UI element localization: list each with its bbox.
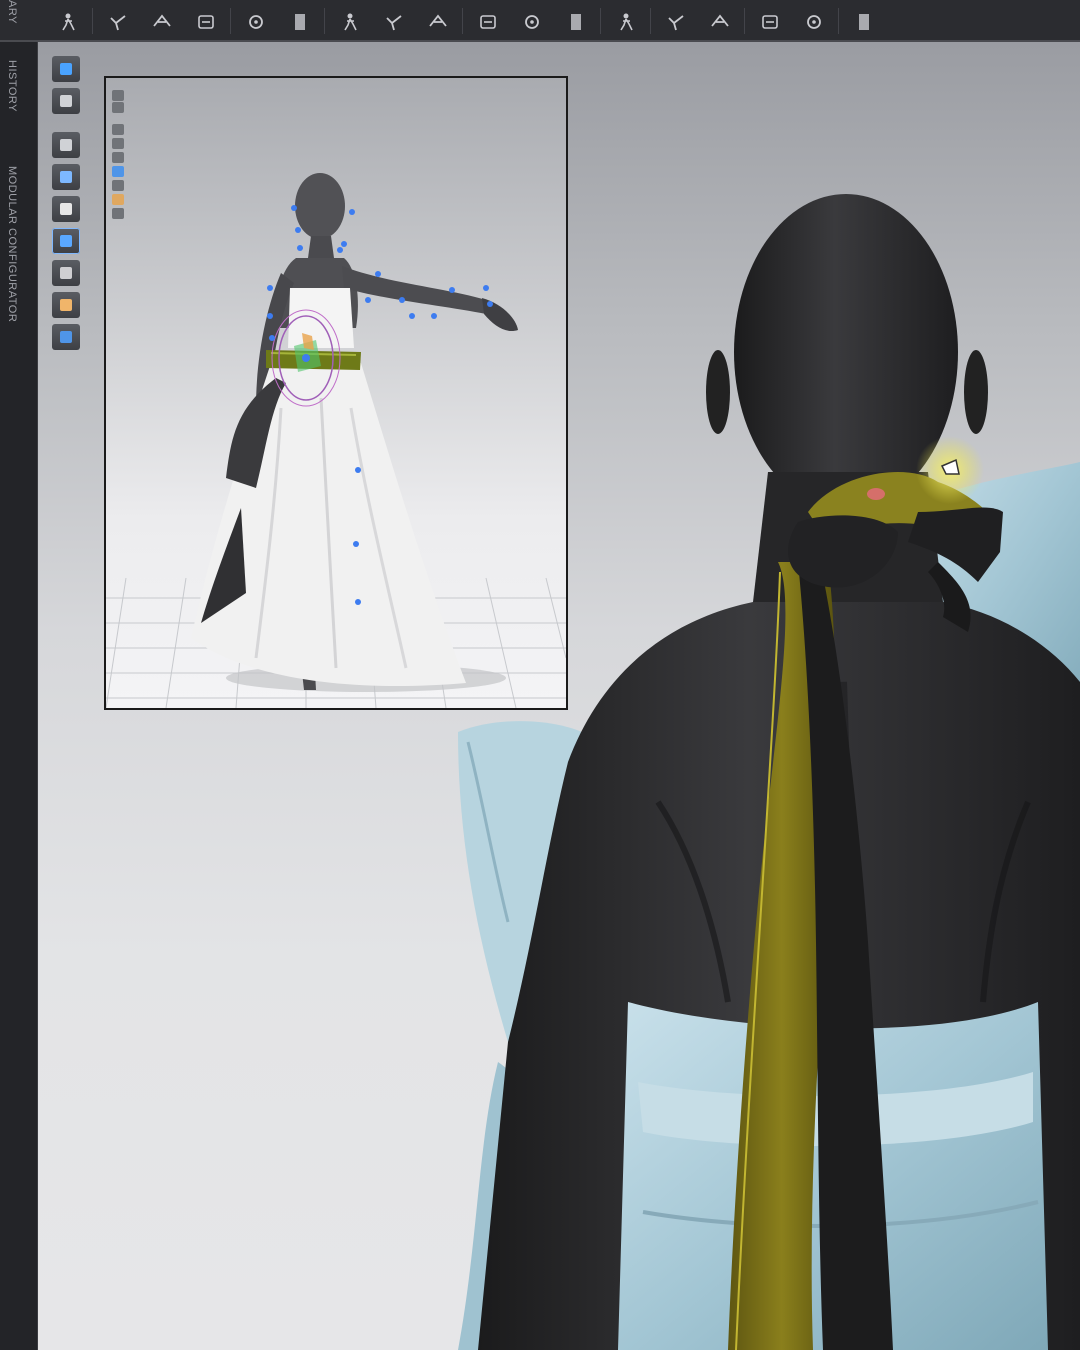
shirt-display-icon[interactable] [52,88,80,114]
show-avatar-icon[interactable] [52,196,80,222]
show-arrangement-icon[interactable] [52,164,80,190]
preview-dress [191,288,466,686]
preview-view-icon-5[interactable] [112,152,124,163]
texture-mode-icon[interactable] [52,260,80,286]
garment-display-icon[interactable] [52,56,80,82]
texture-swatch-icon[interactable] [800,8,828,36]
environment-icon[interactable] [52,324,80,350]
fold-tool-icon[interactable] [380,8,408,36]
zipper-tool-icon[interactable] [612,8,640,36]
side-tab-strip: ARY HISTORY MODULAR CONFIGURATOR [0,0,38,1350]
sewing-tool-icon[interactable] [286,8,314,36]
preview-view-icon-8[interactable] [112,194,124,205]
tab-history[interactable]: HISTORY [6,60,18,112]
3d-viewport[interactable] [38,42,1080,1350]
tab-modular-configurator[interactable]: MODULAR CONFIGURATOR [6,166,18,322]
lock-button-icon[interactable] [562,8,590,36]
preview-view-icon-4[interactable] [112,138,124,149]
fabric-swatch-icon[interactable] [706,8,734,36]
toolbar-separator [650,8,651,34]
reset-arrangement-icon[interactable] [192,8,220,36]
toolbar-separator [600,8,601,34]
top-toolbar [0,0,1080,42]
pin-tool-icon[interactable] [242,8,270,36]
tab-library[interactable]: ARY [6,0,18,24]
avatar-display-icon[interactable] [52,132,80,158]
skin-display-icon[interactable] [52,292,80,318]
fit-avatar-icon[interactable] [54,8,82,36]
measure-tool-icon[interactable] [850,8,878,36]
preview-view-icon-9[interactable] [112,208,124,219]
toolbar-separator [838,8,839,34]
toolbar-separator [324,8,325,34]
arrange-plane-icon[interactable] [148,8,176,36]
preview-window[interactable] [104,76,568,710]
preview-3d-scene [106,173,566,708]
button-tool-icon[interactable] [474,8,502,36]
arrange-points-icon[interactable] [104,8,132,36]
toolbar-separator [92,8,93,34]
toolbar-separator [230,8,231,34]
toolbar-separator [744,8,745,34]
preview-view-icon-3[interactable] [112,124,124,135]
toolbar-separator [462,8,463,34]
trim-tool-icon[interactable] [756,8,784,36]
preview-view-icon-2[interactable] [112,102,124,113]
preview-view-icon-1[interactable] [112,90,124,101]
preview-view-icon-7[interactable] [112,180,124,191]
tack-tool-icon[interactable] [336,8,364,36]
topstitch-tool-icon[interactable] [662,8,690,36]
preview-view-icon-6[interactable] [112,166,124,177]
shirring-tool-icon[interactable] [424,8,452,36]
buttonhole-tool-icon[interactable] [518,8,546,36]
simulation-mode-icon[interactable] [52,228,80,254]
